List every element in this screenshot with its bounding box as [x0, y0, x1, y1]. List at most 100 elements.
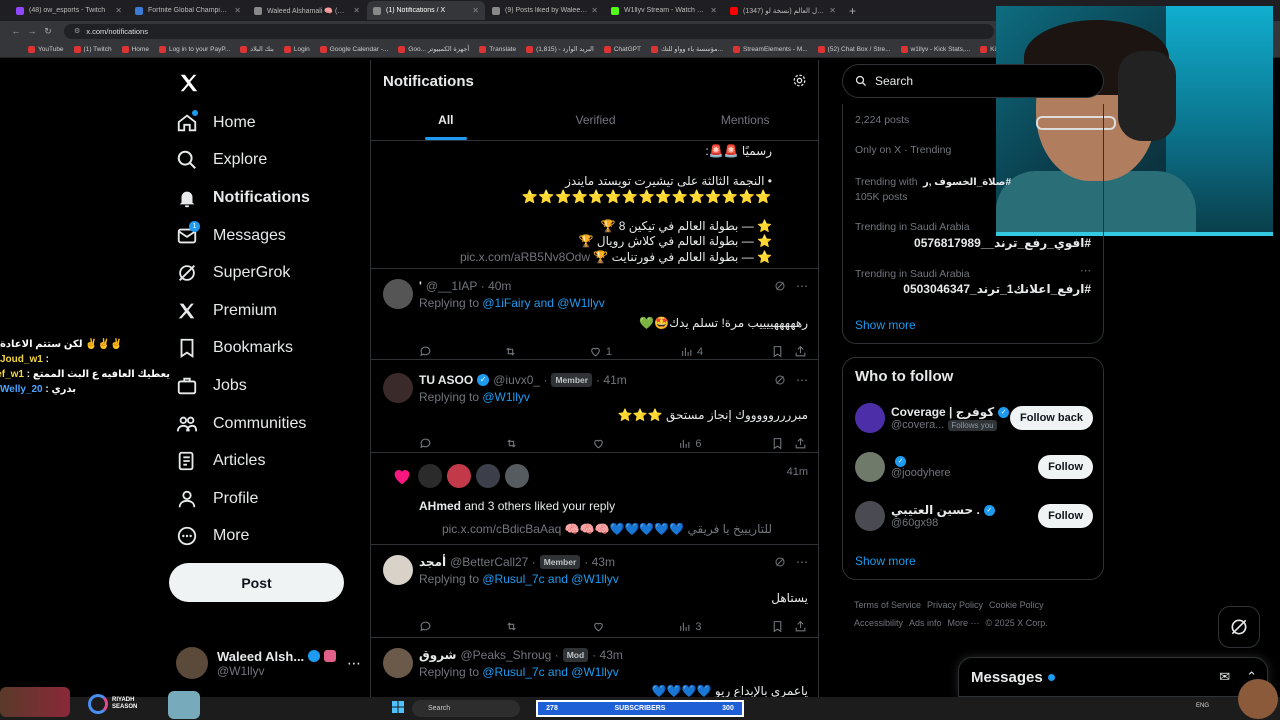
- more-icon[interactable]: ⋯: [796, 555, 808, 569]
- share-icon[interactable]: [794, 345, 807, 358]
- avatar[interactable]: [383, 555, 413, 585]
- nav-item-messages[interactable]: 1 Messages: [176, 217, 366, 255]
- repost-button[interactable]: [505, 620, 522, 633]
- nav-item-supergrok[interactable]: SuperGrok: [176, 254, 366, 292]
- avatar[interactable]: [855, 403, 885, 433]
- account-switcher[interactable]: Waleed Alsh... @W1llyv ⋯: [176, 645, 361, 681]
- repost-button[interactable]: [504, 345, 521, 358]
- bookmark-item[interactable]: YouTube: [28, 45, 64, 53]
- trend-title[interactable]: #ارفع_اعلانك1_ترند_0503046347: [903, 282, 1091, 296]
- bookmark-icon[interactable]: [771, 437, 784, 450]
- media-link[interactable]: pic.x.com/cBdicBaAaq: [442, 522, 561, 536]
- browser-tab[interactable]: Waleed Alshamali 🧠 (@W1llyv ✕: [248, 1, 366, 20]
- search-box[interactable]: Search: [842, 64, 1104, 98]
- nav-item-profile[interactable]: Profile: [176, 480, 366, 518]
- follow-button[interactable]: Follow back: [1010, 406, 1093, 430]
- trend-title[interactable]: #افوي_رفع_ترند__0576817989: [914, 236, 1091, 250]
- close-icon[interactable]: ✕: [710, 6, 717, 15]
- grok-icon[interactable]: [774, 556, 786, 568]
- new-tab-icon[interactable]: +: [849, 4, 856, 18]
- browser-tab[interactable]: Fortnite Global Championship✕: [129, 1, 247, 20]
- follow-button[interactable]: Follow: [1038, 504, 1093, 528]
- avatar[interactable]: [855, 501, 885, 531]
- views-button[interactable]: 4: [680, 345, 703, 358]
- bookmark-item[interactable]: Log in to your PayP...: [158, 45, 230, 53]
- avatar[interactable]: [855, 452, 885, 482]
- bookmark-item[interactable]: Home: [121, 45, 149, 53]
- bookmark-item[interactable]: بنك البلاد: [240, 45, 274, 53]
- browser-tab[interactable]: (48) ow_esports - Twitch ✕: [10, 1, 128, 20]
- reply-notification[interactable]: أمجد @BetterCall27 · Member · 43m ⋯ Repl…: [371, 546, 818, 638]
- more-icon[interactable]: ⋯: [796, 279, 808, 293]
- timestamp[interactable]: 43m: [600, 648, 623, 662]
- back-icon[interactable]: ←: [8, 26, 24, 36]
- tab-all[interactable]: All: [371, 104, 521, 140]
- like-button[interactable]: 1: [589, 345, 612, 358]
- suggestion-name[interactable]: Coverage | كوفرج ✓: [891, 405, 1010, 419]
- more-icon[interactable]: ⋯: [1080, 264, 1091, 277]
- nav-item-notifications[interactable]: Notifications: [176, 179, 366, 217]
- close-icon[interactable]: ✕: [353, 6, 360, 15]
- reload-icon[interactable]: ↻: [40, 26, 56, 37]
- browser-tab[interactable]: W1llyv Stream - Watch Live on ✕: [605, 1, 723, 20]
- footer-link[interactable]: Terms of Service: [854, 600, 921, 610]
- browser-tab[interactable]: (9) Posts liked by Waleed Alsh... ✕: [486, 1, 604, 20]
- bookmark-item[interactable]: w1llyv - Kick Stats,...: [900, 45, 970, 53]
- timestamp[interactable]: 41m: [603, 373, 626, 387]
- bookmark-item[interactable]: StreamElements - M...: [733, 45, 808, 53]
- reply-notification[interactable]: TU ASOO ✓ @iuvx0_ · Member · 41m ⋯ Reply…: [371, 361, 818, 453]
- footer-link[interactable]: © 2025 X Corp.: [986, 618, 1048, 628]
- reply-button[interactable]: [419, 345, 436, 358]
- close-icon[interactable]: ✕: [234, 6, 241, 15]
- replying-to-handles[interactable]: @1iFairy and @W1llyv: [482, 296, 604, 310]
- reply-button[interactable]: [419, 620, 436, 633]
- reply-button[interactable]: [419, 437, 436, 450]
- suggestion-name[interactable]: ✓: [891, 455, 1038, 467]
- x-logo[interactable]: [178, 72, 200, 94]
- bookmark-item[interactable]: Goo... أجهزة الكمبيوتر: [398, 45, 469, 53]
- trend-title[interactable]: #صلاة_الخسوف ,ر: [923, 177, 1011, 188]
- nav-item-articles[interactable]: Articles: [176, 442, 366, 480]
- grok-icon[interactable]: [774, 280, 786, 292]
- browser-tab[interactable]: (1347) بأور حول العالم (نسخة لو... ✕: [724, 1, 842, 20]
- messages-drawer[interactable]: Messages ✉ ⌃: [958, 657, 1268, 697]
- footer-link[interactable]: Accessibility: [854, 618, 903, 628]
- share-icon[interactable]: [794, 620, 807, 633]
- like-notification[interactable]: 41m AHmed and 3 others liked your reply …: [371, 454, 818, 545]
- bookmark-item[interactable]: Translate: [479, 45, 516, 53]
- timestamp[interactable]: 43m: [592, 555, 615, 569]
- bookmark-item[interactable]: ChatGPT: [603, 45, 641, 53]
- grok-icon[interactable]: [774, 374, 786, 386]
- like-button[interactable]: [592, 437, 609, 450]
- show-more-link[interactable]: Show more: [855, 318, 916, 332]
- browser-tab[interactable]: (1) Notifications / X ✕: [367, 1, 485, 20]
- author-name[interactable]: شروق: [419, 648, 456, 662]
- bookmark-item[interactable]: Google Calendar -...: [319, 45, 388, 53]
- notification-post[interactable]: رسميًا 🚨🚨: • النجمة الثالثة على تيشيرت ت…: [371, 142, 818, 269]
- system-tray-language[interactable]: ENG: [1196, 703, 1209, 709]
- bookmark-item[interactable]: مؤسسة باء وواو للتك...: [650, 45, 723, 53]
- bookmark-item[interactable]: Login: [283, 45, 310, 53]
- footer-link[interactable]: Cookie Policy: [989, 600, 1044, 610]
- avatar[interactable]: [476, 464, 500, 488]
- replying-to-handles[interactable]: @Rusul_7c and @W1llyv: [482, 665, 618, 679]
- site-info-icon[interactable]: ⚙: [74, 27, 80, 35]
- avatar[interactable]: [418, 464, 442, 488]
- close-icon[interactable]: ✕: [472, 6, 479, 15]
- close-icon[interactable]: ✕: [829, 6, 836, 15]
- nav-item-home[interactable]: Home: [176, 104, 366, 142]
- follow-suggestion[interactable]: ✓ @joodyhere Follow: [855, 450, 1093, 484]
- new-message-icon[interactable]: ✉: [1219, 669, 1230, 685]
- follow-suggestion[interactable]: Coverage | كوفرج ✓ @covera... Follows you Fo…: [855, 401, 1093, 435]
- author-name[interactable]: أمجد: [419, 555, 446, 569]
- windows-start-icon[interactable]: [392, 701, 404, 713]
- repost-button[interactable]: [505, 437, 522, 450]
- bookmark-icon[interactable]: [771, 345, 784, 358]
- show-more-link[interactable]: Show more: [855, 554, 916, 568]
- follow-button[interactable]: Follow: [1038, 455, 1093, 479]
- avatar[interactable]: [383, 279, 413, 309]
- timestamp[interactable]: 40m: [488, 279, 511, 293]
- views-button[interactable]: 6: [678, 437, 702, 450]
- reply-notification[interactable]: ' @__1IAP · 40m ⋯ Replying to @1iFairy a…: [371, 270, 818, 360]
- author-name[interactable]: ': [419, 279, 422, 293]
